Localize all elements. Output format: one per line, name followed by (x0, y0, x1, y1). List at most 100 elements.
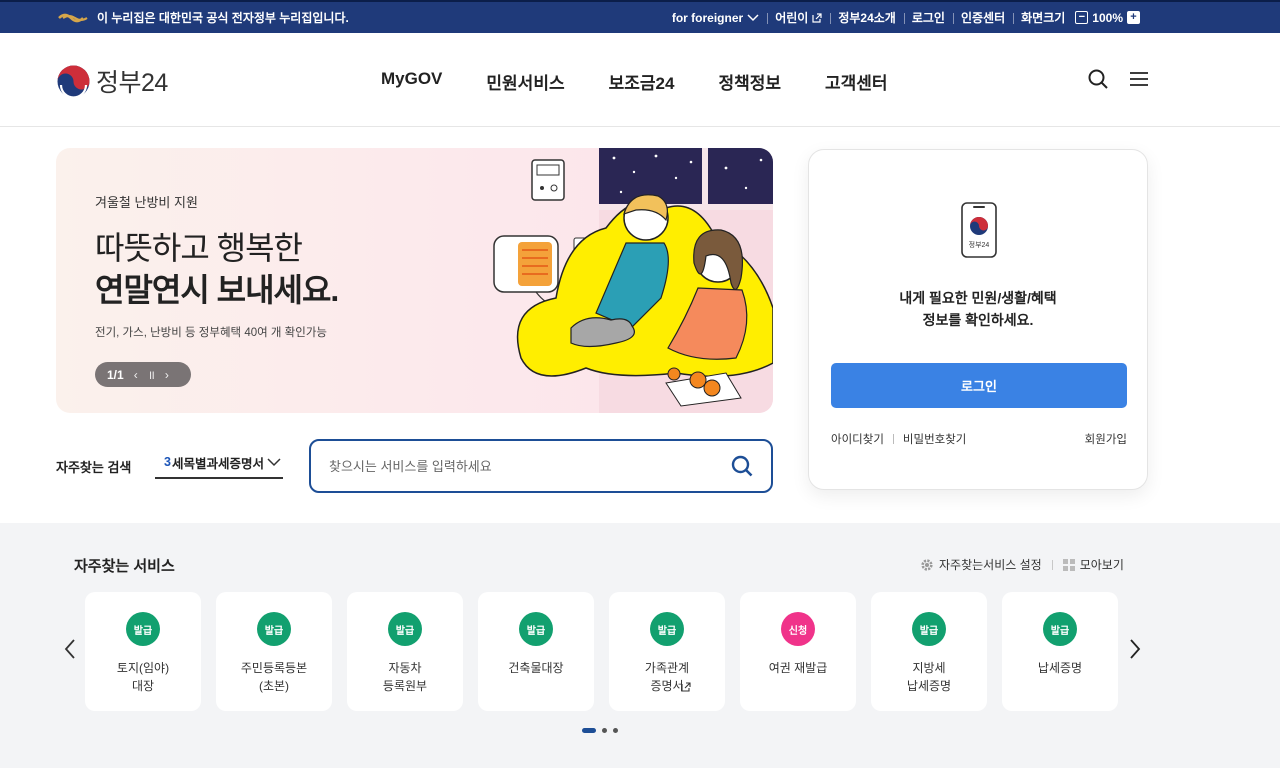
brand-logo[interactable]: 정부24 (57, 63, 168, 99)
gov-notice-text: 이 누리집은 대한민국 공식 전자정부 누리집입니다. (97, 11, 349, 25)
service-badge: 발급 (126, 612, 160, 646)
banner-pager: 1/1 ‹ ॥ › (95, 362, 191, 387)
service-label: 주민등록등본 (초본) (240, 661, 308, 693)
top-login-label: 로그인 (911, 11, 945, 25)
service-card[interactable]: 발급가족관계 증명서 (609, 592, 725, 711)
frequent-services-title: 자주찾는 서비스 (74, 558, 175, 575)
service-card[interactable]: 발급주민등록등본 (초본) (216, 592, 332, 711)
page-dot-active[interactable] (582, 728, 596, 733)
kids-label: 어린이 (775, 11, 809, 25)
gear-icon (921, 558, 933, 571)
nav-policy-info[interactable]: 정책정보 (718, 69, 781, 94)
taegeuk-logo-icon (57, 65, 90, 98)
top-login-link[interactable]: 로그인 (903, 9, 953, 26)
service-label: 납세증명 (1037, 661, 1083, 675)
app-label: 정부24 (969, 240, 990, 249)
frequent-search-select[interactable]: 3 세목별과세증명서 (155, 447, 283, 479)
view-all-link[interactable]: 모아보기 (1062, 556, 1124, 573)
service-badge: 발급 (912, 612, 946, 646)
about-label: 정부24소개 (838, 11, 896, 25)
login-message-line2: 정보를 확인하세요. (922, 312, 1034, 329)
nav-subsidy24[interactable]: 보조금24 (609, 69, 675, 94)
frequent-services-list: 발급 토지(임야) 대장 발급 주민등록등본 (초본) 발급 자동차 등록원부 발급 건축물대… (85, 592, 1118, 711)
divider (1051, 559, 1053, 570)
chevron-down-icon (267, 457, 281, 466)
pause-icon[interactable]: ॥ (148, 366, 155, 383)
main-nav: MyGOV 민원서비스 보조금24 정책정보 고객센터 (381, 69, 888, 94)
zoom-out-button[interactable]: − (1075, 11, 1089, 24)
banner-description: 전기, 가스, 난방비 등 정부혜택 40여 개 확인가능 (95, 327, 327, 339)
zoom-level: 100% (1092, 10, 1123, 25)
for-foreigner-link[interactable]: for foreigner (664, 11, 767, 25)
service-badge: 발급 (650, 612, 684, 646)
nav-civil-service[interactable]: 민원서비스 (486, 69, 564, 94)
service-label: 건축물대장 (508, 661, 564, 675)
service-card[interactable]: 발급건축물대장 (478, 592, 594, 711)
service-label: 여권 재발급 (768, 661, 828, 675)
service-label: 자동차 등록원부 (382, 661, 428, 693)
banner-page-indicator: 1/1 (107, 367, 124, 382)
egov-logo-icon (58, 13, 88, 22)
service-badge: 발급 (519, 612, 553, 646)
banner-headline-line1: 따뜻하고 행복한 (95, 230, 303, 266)
frequent-settings-label: 자주찾는서비스 설정 (939, 558, 1042, 572)
brand-name: 정부24 (96, 69, 168, 97)
banner-subtitle: 겨울철 난방비 지원 (95, 195, 198, 210)
login-links: 아이디찾기 비밀번호찾기 회원가입 (831, 431, 1127, 447)
service-label: 토지(임야) 대장 (116, 661, 170, 693)
frequent-search-rank: 3 (164, 455, 171, 469)
external-link-icon (681, 682, 691, 692)
search-icon[interactable] (731, 455, 753, 477)
banner-headline: 따뜻하고 행복한 연말연시 보내세요. (95, 228, 339, 311)
service-badge: 발급 (1043, 612, 1077, 646)
main-banner[interactable]: 겨울철 난방비 지원 따뜻하고 행복한 연말연시 보내세요. 전기, 가스, 난… (56, 148, 773, 413)
cert-center-link[interactable]: 인증센터 (952, 9, 1013, 26)
service-card[interactable]: 발급납세증명 (1002, 592, 1118, 711)
page-dot[interactable] (613, 728, 618, 733)
screen-size-label: 화면크기 (1021, 11, 1066, 25)
service-label: 지방세 납세증명 (906, 661, 952, 693)
view-all-label: 모아보기 (1079, 558, 1124, 572)
login-message-line1: 내게 필요한 민원/생활/혜택 (899, 290, 1057, 306)
search-icon[interactable] (1088, 69, 1108, 89)
site-header: 정부24 MyGOV 민원서비스 보조금24 정책정보 고객센터 (0, 33, 1280, 127)
sign-up-link[interactable]: 회원가입 (1085, 431, 1127, 447)
service-card[interactable]: 발급 자동차 등록원부 (347, 592, 463, 711)
zoom-in-button[interactable]: + (1127, 11, 1140, 24)
service-search-input[interactable] (329, 458, 731, 474)
nav-mygov[interactable]: MyGOV (381, 69, 442, 94)
nav-customer-center[interactable]: 고객센터 (825, 69, 888, 94)
chevron-left-icon[interactable] (64, 639, 76, 659)
menu-icon[interactable] (1130, 71, 1148, 87)
chevron-right-icon[interactable] (1129, 639, 1141, 659)
kids-link[interactable]: 어린이 (767, 9, 830, 26)
carousel-pagination (582, 728, 618, 733)
service-search-box (309, 439, 773, 493)
service-label: 가족관계 증명서 (644, 661, 690, 693)
about-link[interactable]: 정부24소개 (830, 9, 904, 26)
find-id-link[interactable]: 아이디찾기 (831, 431, 884, 447)
service-card[interactable]: 발급토지(임야) 대장 (85, 592, 201, 711)
frequent-services-section: 자주찾는 서비스 자주찾는서비스 설정 모아보기 발급 토지(임야) 대장 발급 주민… (0, 523, 1280, 768)
mobile-app-icon: 정부24 (961, 202, 997, 258)
service-badge: 발급 (257, 612, 291, 646)
gov-notice: 이 누리집은 대한민국 공식 전자정부 누리집입니다. (57, 9, 349, 26)
for-foreigner-label: for foreigner (671, 10, 744, 25)
external-link-icon (812, 12, 822, 23)
login-message: 내게 필요한 민원/생활/혜택 정보를 확인하세요. (809, 287, 1147, 332)
service-card[interactable]: 발급지방세 납세증명 (871, 592, 987, 711)
screen-size-control: 화면크기 − 100% + (1013, 9, 1148, 26)
find-password-link[interactable]: 비밀번호찾기 (903, 431, 966, 447)
prev-slide-icon[interactable]: ‹ (134, 368, 138, 382)
next-slide-icon[interactable]: › (165, 368, 169, 382)
page-dot[interactable] (602, 728, 607, 733)
gov-notice-bar: 이 누리집은 대한민국 공식 전자정부 누리집입니다. for foreigne… (0, 0, 1280, 33)
service-card[interactable]: 신청 여권 재발급 (740, 592, 856, 711)
banner-headline-line2: 연말연시 보내세요. (95, 271, 339, 308)
login-button[interactable]: 로그인 (831, 363, 1127, 408)
frequent-settings-link[interactable]: 자주찾는서비스 설정 (920, 556, 1042, 573)
grid-icon (1062, 558, 1075, 571)
frequent-search-term: 세목별과세증명서 (171, 456, 264, 471)
divider (892, 434, 894, 444)
login-card: 정부24 내게 필요한 민원/생활/혜택 정보를 확인하세요. 로그인 아이디찾… (808, 149, 1148, 490)
